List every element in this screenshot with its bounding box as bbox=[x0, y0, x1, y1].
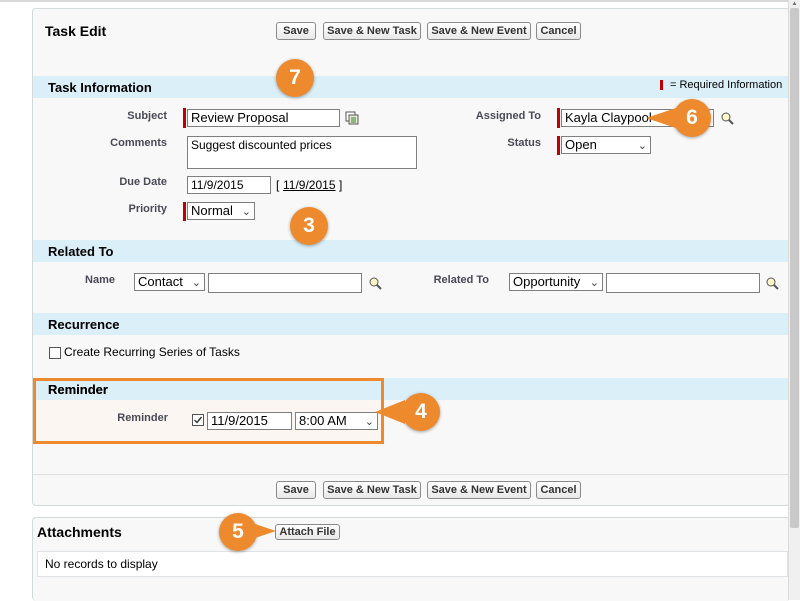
reminder-time-select[interactable]: 8:00 AM ⌄ bbox=[295, 412, 378, 430]
recurring-series-checkbox[interactable] bbox=[49, 347, 61, 359]
status-label: Status bbox=[507, 137, 541, 149]
chevron-down-icon: ⌄ bbox=[589, 277, 599, 289]
due-date-label: Due Date bbox=[119, 176, 167, 188]
save-new-task-button[interactable]: Save & New Task bbox=[323, 22, 421, 40]
cancel-button[interactable]: Cancel bbox=[536, 22, 581, 40]
save-new-event-button[interactable]: Save & New Event bbox=[427, 22, 531, 40]
chevron-down-icon: ⌄ bbox=[241, 206, 251, 218]
reminder-checkbox[interactable] bbox=[192, 414, 204, 426]
name-lookup-input[interactable] bbox=[208, 273, 362, 293]
name-type-select[interactable]: Contact ⌄ bbox=[134, 273, 205, 291]
combo-picker-icon[interactable] bbox=[345, 111, 359, 125]
attachments-list: No records to display bbox=[37, 551, 788, 577]
save-button[interactable]: Save bbox=[276, 22, 316, 40]
chevron-down-icon: ⌄ bbox=[637, 140, 647, 152]
lookup-magnifier-icon[interactable] bbox=[765, 276, 779, 290]
comments-textarea[interactable]: Suggest discounted prices bbox=[187, 136, 417, 169]
cancel-button-bottom[interactable]: Cancel bbox=[536, 481, 581, 499]
checkmark-icon bbox=[194, 416, 203, 424]
divider bbox=[33, 474, 788, 475]
chevron-down-icon: ⌄ bbox=[191, 277, 201, 289]
callout-pointer bbox=[375, 400, 405, 424]
related-lookup-input[interactable] bbox=[606, 273, 760, 293]
lookup-magnifier-icon[interactable] bbox=[720, 111, 734, 125]
required-marker bbox=[557, 136, 560, 155]
empty-text: No records to display bbox=[45, 557, 158, 571]
callout-pointer bbox=[646, 108, 676, 128]
callout-pointer bbox=[252, 523, 276, 539]
bracket-close: ] bbox=[339, 178, 343, 192]
name-label: Name bbox=[85, 274, 115, 286]
bracket-open: [ bbox=[276, 178, 280, 192]
subject-input[interactable]: Review Proposal bbox=[187, 109, 340, 127]
attachments-title: Attachments bbox=[37, 524, 122, 540]
related-to-label: Related To bbox=[433, 274, 489, 286]
save-new-event-button-bottom[interactable]: Save & New Event bbox=[427, 481, 531, 499]
save-button-bottom[interactable]: Save bbox=[276, 481, 316, 499]
comments-label: Comments bbox=[110, 137, 167, 149]
callout-badge: 6 bbox=[673, 99, 711, 137]
reminder-date-input[interactable]: 11/9/2015 bbox=[207, 412, 292, 430]
chevron-down-icon: ⌄ bbox=[364, 416, 374, 428]
required-marker bbox=[183, 202, 186, 221]
priority-label: Priority bbox=[128, 203, 167, 215]
required-indicator-icon bbox=[660, 80, 663, 90]
scroll-up-icon[interactable]: ▲ bbox=[789, 0, 800, 8]
assigned-to-label: Assigned To bbox=[475, 110, 541, 122]
related-type-select[interactable]: Opportunity ⌄ bbox=[509, 273, 603, 291]
required-info-note: = Required Information bbox=[670, 79, 783, 91]
section-recurrence: Recurrence bbox=[33, 313, 788, 335]
reminder-section-title: Reminder bbox=[48, 382, 108, 397]
top-border bbox=[0, 0, 800, 2]
subject-label: Subject bbox=[127, 110, 167, 122]
reminder-label: Reminder bbox=[117, 412, 168, 424]
due-date-today-link[interactable]: 11/9/2015 bbox=[283, 178, 336, 192]
scrollbar-thumb[interactable] bbox=[790, 8, 799, 528]
due-date-input[interactable]: 11/9/2015 bbox=[187, 176, 271, 194]
recurring-series-label: Create Recurring Series of Tasks bbox=[64, 345, 240, 359]
priority-select[interactable]: Normal ⌄ bbox=[187, 202, 255, 220]
save-new-task-button-bottom[interactable]: Save & New Task bbox=[323, 481, 421, 499]
required-marker bbox=[183, 108, 186, 128]
lookup-magnifier-icon[interactable] bbox=[368, 276, 382, 290]
attach-file-button[interactable]: Attach File bbox=[275, 524, 340, 540]
status-select[interactable]: Open ⌄ bbox=[561, 136, 651, 154]
required-marker bbox=[557, 108, 560, 128]
section-related-to: Related To bbox=[33, 240, 788, 262]
callout-badge: 3 bbox=[290, 207, 328, 245]
callout-badge: 7 bbox=[276, 59, 314, 97]
page-title: Task Edit bbox=[45, 23, 107, 39]
